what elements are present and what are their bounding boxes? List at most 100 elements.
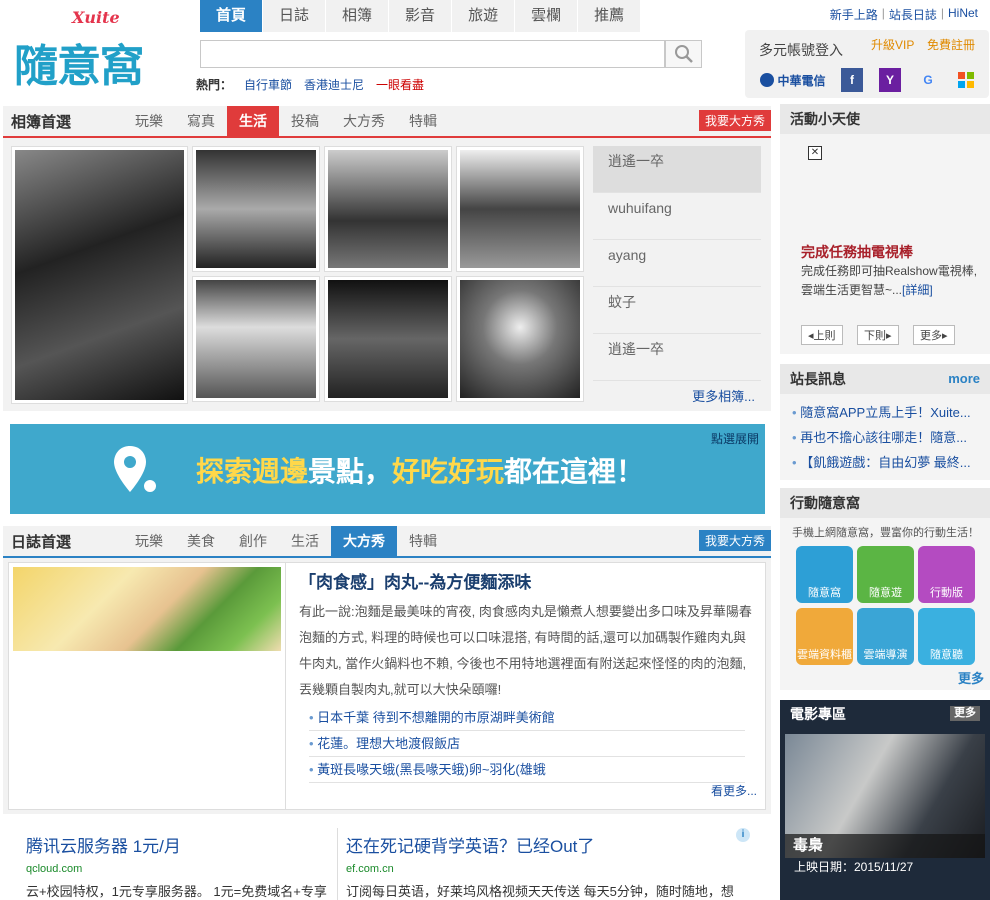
nav-tab-blog[interactable]: 日誌 xyxy=(263,0,327,32)
news-title: 站長訊息 xyxy=(790,371,846,387)
event-angel-title: 活動小天使 xyxy=(780,104,990,134)
hot-link[interactable]: 一眼看盡 xyxy=(376,76,424,93)
diary-cta-button[interactable]: 我要大方秀 xyxy=(698,530,771,551)
album-author[interactable]: 逍遙一卒 xyxy=(593,146,761,193)
album-tab[interactable]: 特輯 xyxy=(397,106,449,136)
list-item[interactable]: • 日本千葉 待到不想離開的市原湖畔美術館 xyxy=(309,705,745,731)
news-more-link[interactable]: more xyxy=(948,364,980,394)
next-button[interactable]: 下則▸ xyxy=(857,325,899,345)
chunghwa-label: 中華電信 xyxy=(777,73,826,88)
search-button[interactable] xyxy=(665,40,702,68)
movie-title: 電影專區 xyxy=(790,706,846,722)
app-icon-music[interactable]: 隨意聽 xyxy=(918,608,975,665)
google-icon[interactable]: G xyxy=(917,68,939,92)
admin-blog-link[interactable]: 站長日誌 xyxy=(889,6,937,23)
search-icon xyxy=(674,45,693,63)
album-cta-button[interactable]: 我要大方秀 xyxy=(698,110,771,131)
banner-expand-link[interactable]: 點選展開 xyxy=(711,430,759,447)
more-albums-link[interactable]: 更多相簿... xyxy=(692,386,755,405)
ad-title[interactable]: 还在死记硬背学英语？已经Out了 xyxy=(346,832,746,857)
list-item[interactable]: • 黃斑長喙天蛾(黑長喙天蛾)卵~羽化(雄蛾 xyxy=(309,757,745,783)
diary-thumbnail[interactable] xyxy=(13,567,281,651)
app-icon-cloud-director[interactable]: 雲端導演 xyxy=(857,608,914,665)
diary-tab[interactable]: 生活 xyxy=(279,526,331,556)
hinet-link[interactable]: HiNet xyxy=(948,6,978,23)
hot-link[interactable]: 自行車節 xyxy=(244,76,292,93)
album-photo[interactable] xyxy=(192,146,320,272)
album-photo[interactable] xyxy=(456,146,584,272)
diary-tab[interactable]: 特輯 xyxy=(397,526,449,556)
register-link[interactable]: 免費註冊 xyxy=(927,36,975,53)
yahoo-icon[interactable]: Y xyxy=(879,68,901,92)
prev-button[interactable]: ◂上則 xyxy=(801,325,843,345)
app-icon-travel[interactable]: 隨意遊 xyxy=(857,546,914,603)
diary-tab[interactable]: 創作 xyxy=(227,526,279,556)
diary-tab[interactable]: 玩樂 xyxy=(123,526,175,556)
album-photo[interactable] xyxy=(11,146,188,404)
nav-tab-video[interactable]: 影音 xyxy=(389,0,453,32)
album-tab[interactable]: 玩樂 xyxy=(123,106,175,136)
diary-headline[interactable]: 「肉食感」肉丸--為方便麵添味 xyxy=(299,568,531,593)
ad-title[interactable]: 腾讯云服务器 1元/月 xyxy=(26,832,326,857)
ad-domain: ef.com.cn xyxy=(346,863,394,875)
mobile-box: 行動隨意窩 手機上網隨意窩，豐富你的行動生活！ 隨意窩 隨意遊 行動版 雲端資料… xyxy=(780,488,990,690)
nav-tab-travel[interactable]: 旅遊 xyxy=(452,0,516,32)
list-item[interactable]: • 隨意窩APP立馬上手！Xuite... xyxy=(792,400,990,425)
main-nav: 首頁 日誌 相簿 影音 旅遊 雲欄 推薦 xyxy=(200,0,642,32)
diary-tab-active[interactable]: 大方秀 xyxy=(331,526,397,556)
more-diary-link[interactable]: 看更多... xyxy=(711,782,757,799)
more-apps-link[interactable]: 更多 xyxy=(958,668,984,687)
news-header: 站長訊息 more xyxy=(780,364,990,394)
news-list: • 隨意窩APP立馬上手！Xuite... • 再也不擔心該往哪走！隨意... … xyxy=(780,394,990,475)
event-angel-box: 活動小天使 ✕ 完成任務抽電視棒 完成任務即可抽Realshow電視棒,雲端生活… xyxy=(780,104,990,354)
app-icon-mobile[interactable]: 行動版 xyxy=(918,546,975,603)
event-headline[interactable]: 完成任務抽電視棒 xyxy=(801,242,913,262)
banner-headline: 探索週邊景點，好吃好玩都在這裡！ xyxy=(196,456,645,487)
site-logo[interactable]: Xuite 隨意窩 xyxy=(12,8,182,92)
list-item[interactable]: • 花蓮。理想大地渡假飯店 xyxy=(309,731,745,757)
newbie-link[interactable]: 新手上路 xyxy=(830,6,878,23)
login-box: 多元帳號登入 升級VIP 免費註冊 中華電信 f Y G xyxy=(745,30,989,98)
facebook-icon[interactable]: f xyxy=(841,68,863,92)
app-icon-cloud-cabinet[interactable]: 雲端資料櫃 xyxy=(796,608,853,665)
nav-tab-album[interactable]: 相簿 xyxy=(326,0,390,32)
album-author[interactable]: wuhuifang xyxy=(593,193,761,240)
more-events-button[interactable]: 更多▸ xyxy=(913,325,955,345)
hot-link[interactable]: 香港迪士尼 xyxy=(304,76,364,93)
event-detail-link[interactable]: [詳細] xyxy=(902,283,933,297)
album-photo[interactable] xyxy=(324,276,452,402)
list-item[interactable]: • 【飢餓遊戲：自由幻夢 最終... xyxy=(792,450,990,475)
diary-link-list: • 日本千葉 待到不想離開的市原湖畔美術館 • 花蓮。理想大地渡假飯店 • 黃斑… xyxy=(309,705,745,783)
album-tab[interactable]: 寫真 xyxy=(175,106,227,136)
app-icon-xuite[interactable]: 隨意窩 xyxy=(796,546,853,603)
diary-tab[interactable]: 美食 xyxy=(175,526,227,556)
news-box: 站長訊息 more • 隨意窩APP立馬上手！Xuite... • 再也不擔心該… xyxy=(780,364,990,480)
diary-excerpt: 有此一說:泡麵是最美味的宵夜, 肉食感肉丸是懶煮人想要變出多口味及昇華陽春泡麵的… xyxy=(299,604,752,697)
movie-header: 電影專區 更多 xyxy=(780,700,990,728)
movie-more-button[interactable]: 更多 xyxy=(950,706,980,721)
top-links: 新手上路 | 站長日誌 | HiNet xyxy=(829,6,978,23)
vip-link[interactable]: 升級VIP xyxy=(871,36,914,53)
nav-tab-home[interactable]: 首頁 xyxy=(200,0,264,32)
album-author[interactable]: ayang xyxy=(593,240,761,287)
album-author[interactable]: 逍遙一卒 xyxy=(593,334,761,381)
album-tab[interactable]: 投稿 xyxy=(279,106,331,136)
album-photo[interactable] xyxy=(324,146,452,272)
promo-banner[interactable]: 探索週邊景點，好吃好玩都在這裡！ 點選展開 xyxy=(10,424,765,514)
chunghwa-login[interactable]: 中華電信 xyxy=(755,68,831,92)
list-item[interactable]: • 再也不擔心該往哪走！隨意... xyxy=(792,425,990,450)
album-photo[interactable] xyxy=(456,276,584,402)
album-author[interactable]: 蚊子 xyxy=(593,287,761,334)
ad-item[interactable]: 还在死记硬背学英语？已经Out了 ef.com.cn 订阅每日英语，好莱坞风格视… xyxy=(346,832,746,900)
album-photo[interactable] xyxy=(192,276,320,402)
ad-item[interactable]: 腾讯云服务器 1元/月 qcloud.com 云+校园特权，1元专享服务器。 1… xyxy=(26,832,327,900)
album-tab[interactable]: 大方秀 xyxy=(331,106,397,136)
nav-tab-recommend[interactable]: 推薦 xyxy=(578,0,642,32)
ad-desc: 订阅每日英语，好莱坞风格视频天天传送 每天5分钟，随时随地，想 xyxy=(346,884,734,899)
nav-tab-column[interactable]: 雲欄 xyxy=(515,0,579,32)
search-input[interactable] xyxy=(200,40,665,68)
ad-info-icon[interactable]: i xyxy=(736,828,750,842)
multi-login-link[interactable]: 多元帳號登入 xyxy=(759,40,843,60)
microsoft-icon[interactable] xyxy=(955,68,977,92)
album-tab-active[interactable]: 生活 xyxy=(227,106,279,136)
